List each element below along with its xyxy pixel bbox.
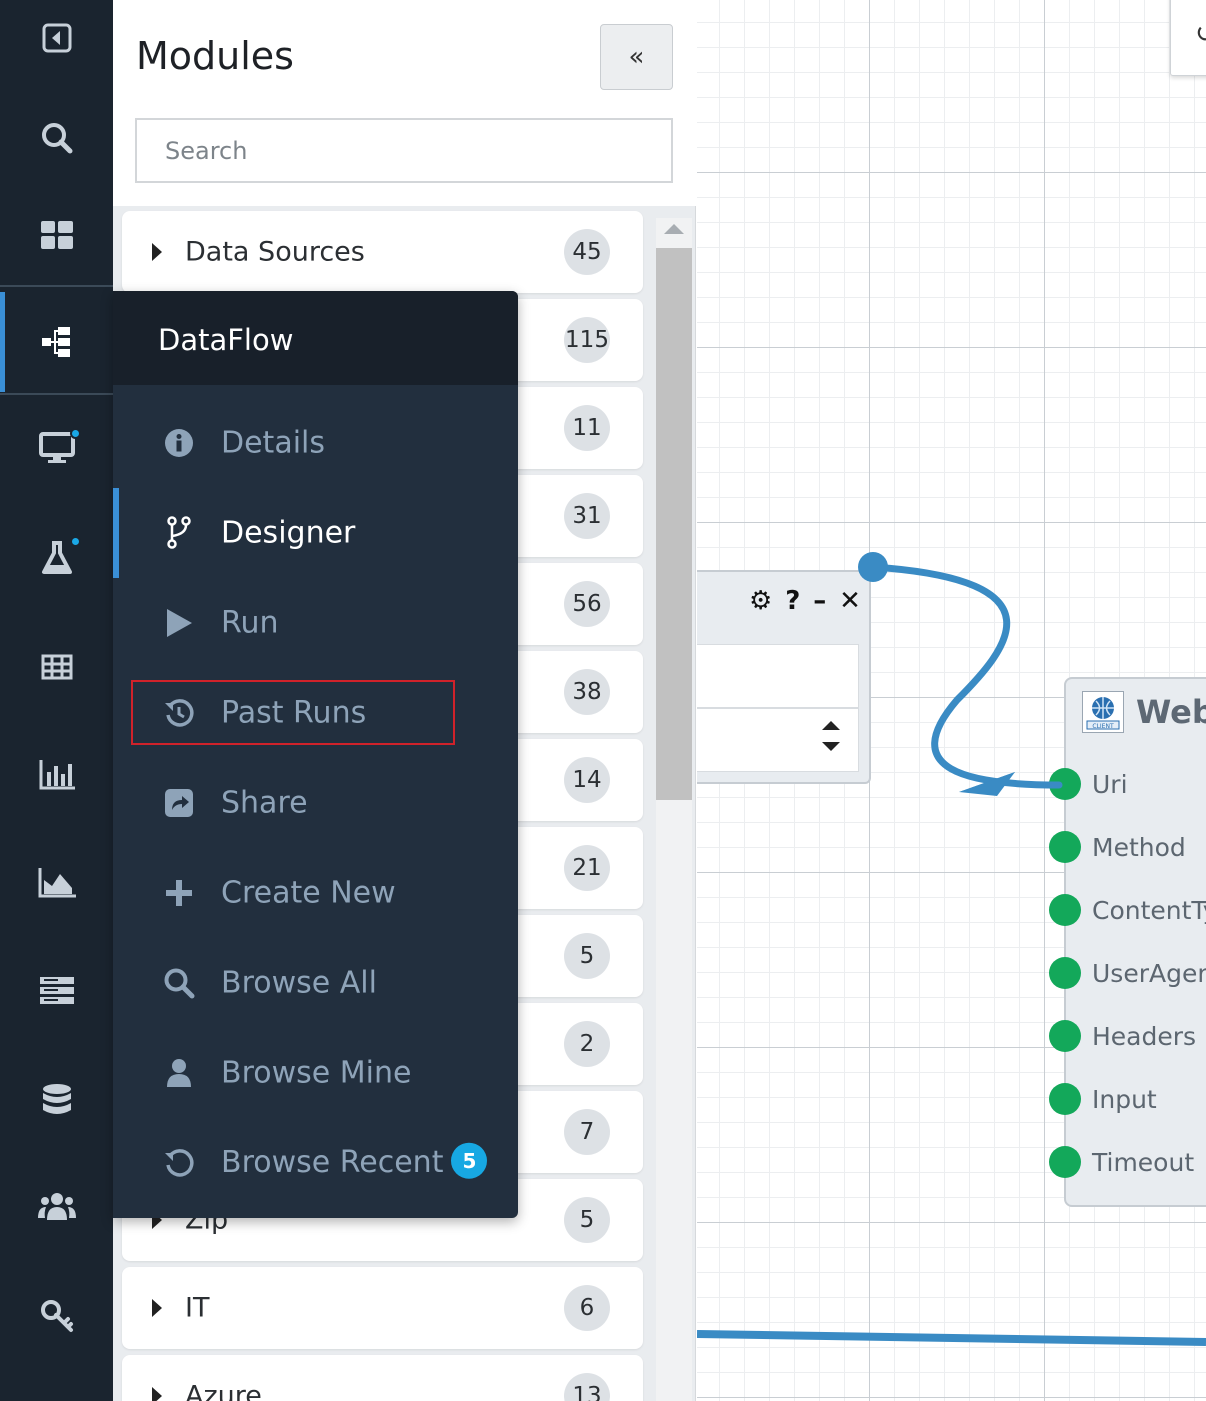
flyout-title: DataFlow [158, 323, 294, 357]
collapse-panel-button[interactable]: « [600, 24, 673, 90]
branch-icon [163, 516, 195, 549]
play-icon [163, 607, 195, 639]
modules-header: Modules « [113, 0, 696, 206]
menu-item-run[interactable]: Run [113, 578, 518, 668]
info-icon [163, 427, 195, 459]
menu-item-label: Create New [221, 875, 396, 911]
user-icon [163, 1057, 195, 1089]
rail-divider [0, 285, 113, 287]
category-count-badge: 56 [564, 581, 610, 627]
table-icon[interactable] [0, 617, 113, 717]
scrollbar-thumb[interactable] [656, 248, 692, 800]
scrollbar[interactable] [656, 218, 692, 1401]
category-count-badge: 13 [564, 1373, 610, 1401]
category-count-badge: 14 [564, 757, 610, 803]
highlight-box [131, 680, 455, 745]
rail-divider [0, 393, 113, 395]
share-icon [163, 787, 195, 819]
category-count-badge: 31 [564, 493, 610, 539]
menu-item-designer[interactable]: Designer [113, 488, 518, 578]
menu-item-label: Run [221, 605, 279, 641]
category-item[interactable]: Data Sources 45 [122, 211, 643, 293]
dataflow-icon[interactable] [0, 292, 113, 392]
area-chart-icon[interactable] [0, 833, 113, 933]
connection-wire [697, 1330, 1206, 1346]
scroll-up-arrow-icon[interactable] [664, 224, 684, 234]
bar-chart-icon[interactable] [0, 725, 113, 825]
category-count-badge: 7 [564, 1109, 610, 1155]
connection-wire [869, 563, 1063, 789]
category-count-badge: 21 [564, 845, 610, 891]
menu-item-label: Browse All [221, 965, 377, 1001]
plus-icon [163, 877, 195, 909]
menu-item-label: Browse Recent [221, 1144, 444, 1180]
search-icon[interactable] [0, 88, 113, 188]
icon-rail [0, 0, 113, 1401]
caret-right-icon [152, 1299, 162, 1317]
output-port-connector [858, 552, 888, 582]
menu-item-label: Designer [221, 515, 356, 551]
menu-item-browse-mine[interactable]: Browse Mine [113, 1028, 518, 1118]
notification-dot [70, 536, 81, 547]
menu-item-create-new[interactable]: Create New [113, 848, 518, 938]
server-icon[interactable] [0, 941, 113, 1041]
category-count-badge: 38 [564, 669, 610, 715]
menu-item-label: Details [221, 425, 326, 461]
search-icon [163, 967, 195, 999]
collapse-rail-icon[interactable] [0, 0, 113, 88]
caret-right-icon [152, 1387, 162, 1401]
flyout-header: DataFlow [113, 291, 518, 385]
category-count-badge: 11 [564, 405, 610, 451]
caret-right-icon [152, 243, 162, 261]
category-item[interactable]: Azure 13 [122, 1355, 643, 1401]
history-icon [163, 1147, 195, 1179]
category-count-badge: 2 [564, 1021, 610, 1067]
category-count-badge: 115 [564, 317, 610, 363]
dashboard-icon[interactable] [0, 185, 113, 285]
menu-item-browse-recent[interactable]: Browse Recent 5 [113, 1118, 518, 1208]
designer-canvas[interactable]: ↺ ⚙ ? – ✕ CLIENT WebClient Uri Method [697, 0, 1206, 1401]
category-label: Azure [185, 1380, 262, 1401]
menu-item-label: Browse Mine [221, 1055, 412, 1091]
menu-item-share[interactable]: Share [113, 758, 518, 848]
connection-wires [697, 552, 1206, 1346]
menu-item-label-wrap: Browse Recent 5 [221, 1142, 488, 1182]
dataflow-flyout-menu: DataFlow Details Designer Run Past Runs … [113, 291, 518, 1218]
users-icon[interactable] [0, 1156, 113, 1256]
page-title: Modules [136, 34, 294, 78]
search-input[interactable] [135, 118, 673, 183]
category-label: IT [185, 1292, 210, 1324]
category-count-badge: 5 [564, 933, 610, 979]
category-count-badge: 45 [564, 229, 610, 275]
category-item[interactable]: IT 6 [122, 1267, 643, 1349]
lab-flask-icon[interactable] [0, 508, 113, 608]
category-count-badge: 5 [564, 1197, 610, 1243]
menu-item-browse-all[interactable]: Browse All [113, 938, 518, 1028]
key-icon[interactable] [0, 1266, 113, 1366]
notification-dot [70, 428, 81, 439]
database-icon[interactable] [0, 1050, 113, 1150]
menu-item-label: Share [221, 785, 308, 821]
category-count-badge: 6 [564, 1285, 610, 1331]
monitor-icon[interactable] [0, 398, 113, 498]
menu-item-details[interactable]: Details [113, 398, 518, 488]
category-label: Data Sources [185, 236, 365, 268]
recent-count-badge: 5 [451, 1142, 488, 1179]
